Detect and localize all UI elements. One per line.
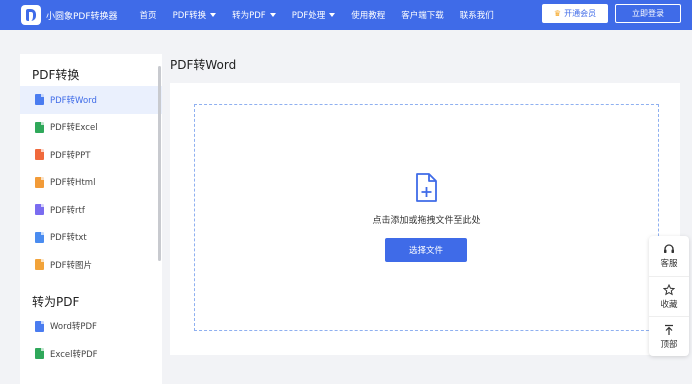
nav-download-label: 客户端下载 — [401, 11, 444, 21]
login-button-label: 立即登录 — [632, 9, 664, 18]
sidebar-item[interactable]: PDF转txt — [20, 224, 162, 252]
sidebar-item[interactable]: PDF转rtf — [20, 196, 162, 224]
favorite-label: 收藏 — [660, 299, 678, 310]
nav-contact[interactable]: 联系我们 — [460, 9, 494, 21]
sidebar-item[interactable]: PDF转Word — [20, 86, 162, 114]
floating-toolbar: 客服 收藏 顶部 — [649, 236, 689, 356]
sidebar-item[interactable]: PDF转PPT — [20, 141, 162, 169]
crown-icon: ♛ — [553, 9, 562, 18]
nav-to-pdf-label: 转为PDF — [232, 11, 266, 21]
file-type-icon — [35, 231, 44, 243]
nav-pdf-process[interactable]: PDF处理 — [292, 9, 336, 21]
file-type-icon — [35, 259, 44, 271]
sidebar-item-label: PDF转txt — [50, 233, 87, 244]
nav-pdf-convert[interactable]: PDF转换 — [173, 9, 217, 21]
sidebar: PDF转换 PDF转Word PDF转Excel PDF转PPT PDF转Html PD… — [20, 54, 162, 384]
back-to-top-button[interactable]: 顶部 — [649, 316, 689, 356]
back-to-top-label: 顶部 — [660, 339, 678, 350]
sidebar-item[interactable]: PDF转图片 — [20, 251, 162, 279]
nav-tutorial[interactable]: 使用教程 — [351, 9, 385, 21]
sidebar-item-label: PDF转rtf — [50, 205, 85, 216]
star-icon — [663, 283, 675, 295]
file-type-icon — [35, 204, 44, 216]
nav-to-pdf[interactable]: 转为PDF — [232, 9, 276, 21]
sidebar-scrollbar[interactable] — [158, 66, 161, 261]
login-button[interactable]: 立即登录 — [615, 4, 681, 23]
file-type-icon — [35, 149, 44, 161]
logo-icon — [21, 5, 41, 25]
nav-download[interactable]: 客户端下载 — [401, 9, 444, 21]
sidebar-item[interactable]: Excel转PDF — [20, 340, 162, 368]
sidebar-item-label: PDF转图片 — [50, 260, 93, 271]
chevron-down-icon — [269, 13, 276, 17]
file-type-icon — [35, 348, 44, 360]
back-to-top-icon — [665, 324, 673, 335]
file-type-icon — [35, 320, 44, 332]
sidebar-group-title: PDF转换 — [32, 68, 80, 82]
headset-icon — [664, 244, 674, 253]
favorite-button[interactable]: 收藏 — [649, 276, 689, 316]
sidebar-item-label: PDF转Excel — [50, 123, 98, 134]
sidebar-group-title: 转为PDF — [32, 294, 80, 309]
sidebar-item[interactable]: PDF转Html — [20, 169, 162, 197]
logo[interactable]: 小圆象PDF转换器 — [21, 5, 118, 25]
drop-hint: 点击添加或拖拽文件至此处 — [372, 216, 481, 226]
nav-contact-label: 联系我们 — [459, 11, 494, 21]
nav-home-label: 首页 — [139, 11, 157, 21]
chevron-down-icon — [210, 13, 217, 17]
add-file-icon — [416, 173, 437, 202]
nav-pdf-convert-label: PDF转换 — [172, 11, 207, 21]
customer-service-label: 客服 — [660, 259, 678, 269]
nav-tutorial-label: 使用教程 — [351, 11, 386, 21]
file-type-icon — [35, 121, 44, 133]
choose-file-label: 选择文件 — [408, 246, 443, 256]
choose-file-button[interactable]: 选择文件 — [385, 238, 467, 262]
chevron-down-icon — [329, 13, 336, 17]
app-name: 小圆象PDF转换器 — [46, 11, 118, 22]
page-title: PDF转Word — [170, 58, 237, 72]
main-nav: 首页 PDF转换 转为PDF PDF处理 使用教程 客户端下载 联系我们 — [140, 9, 510, 21]
sidebar-item-label: Excel转PDF — [50, 349, 98, 360]
sidebar-item[interactable]: PDF转Excel — [20, 114, 162, 142]
sidebar-item-label: PDF转PPT — [50, 150, 91, 161]
customer-service-button[interactable]: 客服 — [649, 236, 689, 276]
file-type-icon — [35, 176, 44, 188]
nav-home[interactable]: 首页 — [140, 9, 157, 21]
vip-button-label: 开通会员 — [564, 9, 597, 18]
file-type-icon — [35, 94, 44, 106]
sidebar-item-label: PDF转Html — [50, 178, 96, 189]
nav-pdf-process-label: PDF处理 — [291, 11, 326, 21]
sidebar-item[interactable]: Word转PDF — [20, 313, 162, 341]
sidebar-item-label: PDF转Word — [50, 95, 97, 106]
vip-button[interactable]: ♛ 开通会员 — [542, 4, 608, 23]
sidebar-item-label: Word转PDF — [50, 322, 97, 333]
